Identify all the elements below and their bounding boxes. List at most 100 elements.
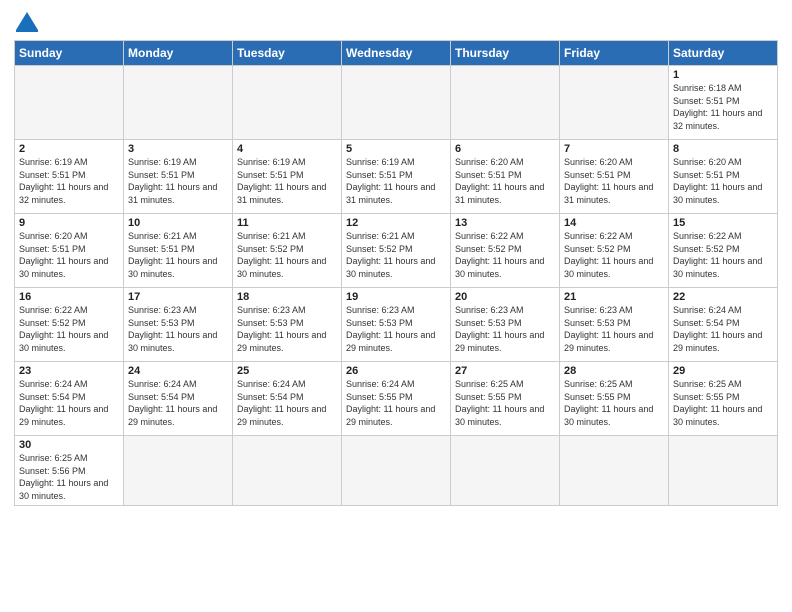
day-number: 28 xyxy=(564,365,664,377)
day-number: 29 xyxy=(673,365,773,377)
calendar-cell: 4Sunrise: 6:19 AM Sunset: 5:51 PM Daylig… xyxy=(233,140,342,214)
day-info: Sunrise: 6:24 AM Sunset: 5:54 PM Dayligh… xyxy=(128,378,228,428)
day-number: 23 xyxy=(19,365,119,377)
day-header-friday: Friday xyxy=(560,41,669,66)
day-number: 18 xyxy=(237,291,337,303)
day-info: Sunrise: 6:19 AM Sunset: 5:51 PM Dayligh… xyxy=(346,156,446,206)
calendar-cell: 3Sunrise: 6:19 AM Sunset: 5:51 PM Daylig… xyxy=(124,140,233,214)
calendar-cell: 18Sunrise: 6:23 AM Sunset: 5:53 PM Dayli… xyxy=(233,288,342,362)
calendar-cell: 14Sunrise: 6:22 AM Sunset: 5:52 PM Dayli… xyxy=(560,214,669,288)
day-header-sunday: Sunday xyxy=(15,41,124,66)
day-number: 3 xyxy=(128,143,228,155)
calendar-cell: 11Sunrise: 6:21 AM Sunset: 5:52 PM Dayli… xyxy=(233,214,342,288)
day-number: 30 xyxy=(19,439,119,451)
calendar-cell: 25Sunrise: 6:24 AM Sunset: 5:54 PM Dayli… xyxy=(233,362,342,436)
day-info: Sunrise: 6:23 AM Sunset: 5:53 PM Dayligh… xyxy=(455,304,555,354)
day-info: Sunrise: 6:21 AM Sunset: 5:51 PM Dayligh… xyxy=(128,230,228,280)
calendar-header-row: SundayMondayTuesdayWednesdayThursdayFrid… xyxy=(15,41,778,66)
day-number: 2 xyxy=(19,143,119,155)
day-info: Sunrise: 6:25 AM Sunset: 5:55 PM Dayligh… xyxy=(564,378,664,428)
day-number: 19 xyxy=(346,291,446,303)
day-info: Sunrise: 6:18 AM Sunset: 5:51 PM Dayligh… xyxy=(673,82,773,132)
day-number: 10 xyxy=(128,217,228,229)
day-info: Sunrise: 6:19 AM Sunset: 5:51 PM Dayligh… xyxy=(19,156,119,206)
calendar-cell xyxy=(560,66,669,140)
calendar-week-row: 1Sunrise: 6:18 AM Sunset: 5:51 PM Daylig… xyxy=(15,66,778,140)
calendar-table: SundayMondayTuesdayWednesdayThursdayFrid… xyxy=(14,40,778,506)
day-number: 6 xyxy=(455,143,555,155)
day-info: Sunrise: 6:25 AM Sunset: 5:55 PM Dayligh… xyxy=(673,378,773,428)
day-info: Sunrise: 6:24 AM Sunset: 5:54 PM Dayligh… xyxy=(673,304,773,354)
day-number: 11 xyxy=(237,217,337,229)
day-info: Sunrise: 6:24 AM Sunset: 5:54 PM Dayligh… xyxy=(19,378,119,428)
calendar-cell: 21Sunrise: 6:23 AM Sunset: 5:53 PM Dayli… xyxy=(560,288,669,362)
calendar-cell xyxy=(233,66,342,140)
calendar-cell: 28Sunrise: 6:25 AM Sunset: 5:55 PM Dayli… xyxy=(560,362,669,436)
calendar-cell xyxy=(233,436,342,506)
calendar-cell: 1Sunrise: 6:18 AM Sunset: 5:51 PM Daylig… xyxy=(669,66,778,140)
calendar-cell: 16Sunrise: 6:22 AM Sunset: 5:52 PM Dayli… xyxy=(15,288,124,362)
day-number: 26 xyxy=(346,365,446,377)
day-number: 17 xyxy=(128,291,228,303)
day-number: 9 xyxy=(19,217,119,229)
day-number: 1 xyxy=(673,69,773,81)
page: SundayMondayTuesdayWednesdayThursdayFrid… xyxy=(0,0,792,516)
calendar-cell: 23Sunrise: 6:24 AM Sunset: 5:54 PM Dayli… xyxy=(15,362,124,436)
calendar-week-row: 2Sunrise: 6:19 AM Sunset: 5:51 PM Daylig… xyxy=(15,140,778,214)
day-number: 25 xyxy=(237,365,337,377)
day-number: 14 xyxy=(564,217,664,229)
calendar-cell: 27Sunrise: 6:25 AM Sunset: 5:55 PM Dayli… xyxy=(451,362,560,436)
day-info: Sunrise: 6:24 AM Sunset: 5:55 PM Dayligh… xyxy=(346,378,446,428)
day-info: Sunrise: 6:22 AM Sunset: 5:52 PM Dayligh… xyxy=(673,230,773,280)
calendar-cell xyxy=(124,436,233,506)
day-number: 20 xyxy=(455,291,555,303)
day-info: Sunrise: 6:22 AM Sunset: 5:52 PM Dayligh… xyxy=(564,230,664,280)
day-info: Sunrise: 6:20 AM Sunset: 5:51 PM Dayligh… xyxy=(564,156,664,206)
calendar-cell xyxy=(451,436,560,506)
day-header-saturday: Saturday xyxy=(669,41,778,66)
calendar-cell xyxy=(124,66,233,140)
calendar-cell xyxy=(15,66,124,140)
calendar-cell: 13Sunrise: 6:22 AM Sunset: 5:52 PM Dayli… xyxy=(451,214,560,288)
logo-icon xyxy=(16,10,38,32)
day-header-wednesday: Wednesday xyxy=(342,41,451,66)
header xyxy=(14,10,778,34)
day-number: 22 xyxy=(673,291,773,303)
day-info: Sunrise: 6:22 AM Sunset: 5:52 PM Dayligh… xyxy=(19,304,119,354)
day-number: 7 xyxy=(564,143,664,155)
day-info: Sunrise: 6:21 AM Sunset: 5:52 PM Dayligh… xyxy=(237,230,337,280)
day-info: Sunrise: 6:19 AM Sunset: 5:51 PM Dayligh… xyxy=(128,156,228,206)
calendar-week-row: 16Sunrise: 6:22 AM Sunset: 5:52 PM Dayli… xyxy=(15,288,778,362)
calendar-cell: 29Sunrise: 6:25 AM Sunset: 5:55 PM Dayli… xyxy=(669,362,778,436)
day-number: 27 xyxy=(455,365,555,377)
day-info: Sunrise: 6:22 AM Sunset: 5:52 PM Dayligh… xyxy=(455,230,555,280)
calendar-cell: 9Sunrise: 6:20 AM Sunset: 5:51 PM Daylig… xyxy=(15,214,124,288)
day-info: Sunrise: 6:23 AM Sunset: 5:53 PM Dayligh… xyxy=(346,304,446,354)
calendar-cell xyxy=(451,66,560,140)
day-info: Sunrise: 6:23 AM Sunset: 5:53 PM Dayligh… xyxy=(128,304,228,354)
day-info: Sunrise: 6:20 AM Sunset: 5:51 PM Dayligh… xyxy=(673,156,773,206)
day-info: Sunrise: 6:25 AM Sunset: 5:55 PM Dayligh… xyxy=(455,378,555,428)
day-info: Sunrise: 6:21 AM Sunset: 5:52 PM Dayligh… xyxy=(346,230,446,280)
calendar-cell: 22Sunrise: 6:24 AM Sunset: 5:54 PM Dayli… xyxy=(669,288,778,362)
calendar-cell: 10Sunrise: 6:21 AM Sunset: 5:51 PM Dayli… xyxy=(124,214,233,288)
day-info: Sunrise: 6:25 AM Sunset: 5:56 PM Dayligh… xyxy=(19,452,119,502)
day-number: 13 xyxy=(455,217,555,229)
calendar-cell: 8Sunrise: 6:20 AM Sunset: 5:51 PM Daylig… xyxy=(669,140,778,214)
calendar-week-row: 30Sunrise: 6:25 AM Sunset: 5:56 PM Dayli… xyxy=(15,436,778,506)
day-info: Sunrise: 6:20 AM Sunset: 5:51 PM Dayligh… xyxy=(19,230,119,280)
day-info: Sunrise: 6:24 AM Sunset: 5:54 PM Dayligh… xyxy=(237,378,337,428)
day-info: Sunrise: 6:19 AM Sunset: 5:51 PM Dayligh… xyxy=(237,156,337,206)
calendar-cell: 2Sunrise: 6:19 AM Sunset: 5:51 PM Daylig… xyxy=(15,140,124,214)
calendar-cell: 19Sunrise: 6:23 AM Sunset: 5:53 PM Dayli… xyxy=(342,288,451,362)
calendar-cell xyxy=(560,436,669,506)
calendar-cell: 26Sunrise: 6:24 AM Sunset: 5:55 PM Dayli… xyxy=(342,362,451,436)
calendar-cell xyxy=(342,66,451,140)
calendar-cell xyxy=(342,436,451,506)
day-number: 15 xyxy=(673,217,773,229)
calendar-cell: 12Sunrise: 6:21 AM Sunset: 5:52 PM Dayli… xyxy=(342,214,451,288)
day-number: 4 xyxy=(237,143,337,155)
calendar-cell: 6Sunrise: 6:20 AM Sunset: 5:51 PM Daylig… xyxy=(451,140,560,214)
calendar-cell xyxy=(669,436,778,506)
day-number: 12 xyxy=(346,217,446,229)
